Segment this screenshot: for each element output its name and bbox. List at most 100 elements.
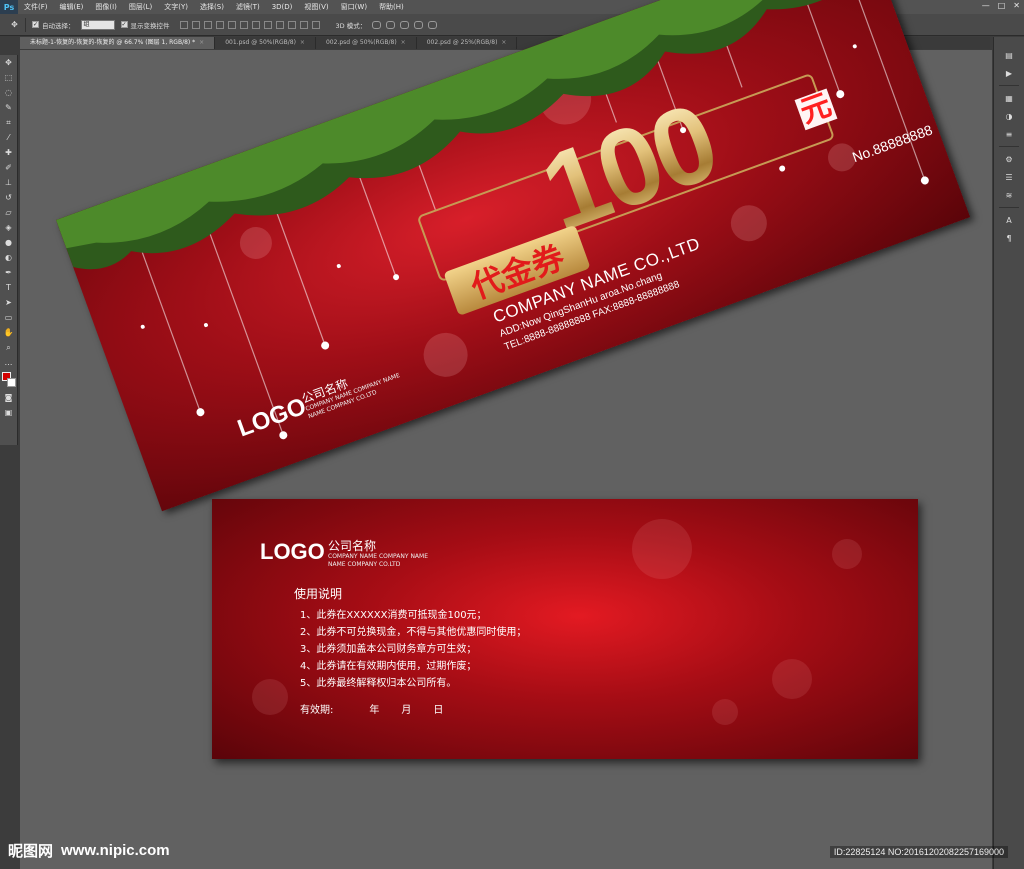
tab-label: 002.psd @ 25%(RGB/8): [426, 39, 498, 46]
menu-window[interactable]: 窗口(W): [335, 2, 373, 12]
distribute-top-icon[interactable]: [251, 20, 260, 29]
background-color[interactable]: [6, 378, 16, 387]
paint-bucket-tool-icon[interactable]: ◈: [3, 222, 15, 233]
back-logo: LOGO: [260, 539, 325, 564]
lasso-tool-icon[interactable]: ◌: [3, 87, 15, 98]
quick-select-tool-icon[interactable]: ✎: [3, 102, 15, 113]
show-transform-checkbox[interactable]: ✓ 显示变换控件: [120, 20, 170, 30]
tab-document-3[interactable]: 002.psd @ 50%(RGB/8) ×: [316, 37, 417, 49]
rule-item: 5、此券最终解释权归本公司所有。: [300, 678, 457, 689]
brush-tool-icon[interactable]: ✐: [3, 162, 15, 173]
tab-label: 002.psd @ 50%(RGB/8): [325, 39, 397, 46]
close-tab-icon[interactable]: ×: [401, 37, 406, 49]
rule-item: 1、此券在XXXXXX消费可抵现金100元；: [300, 610, 487, 621]
menu-3d[interactable]: 3D(D): [266, 3, 299, 11]
history-panel-icon[interactable]: ▤: [1002, 49, 1016, 61]
menu-view[interactable]: 视图(V): [298, 2, 334, 12]
eyedropper-tool-icon[interactable]: ⁄: [3, 132, 15, 143]
back-company-cn: 公司名称: [328, 539, 377, 553]
menu-image[interactable]: 图像(I): [89, 2, 123, 12]
tab-document-1[interactable]: 未标题-1-恢复的-恢复的-恢复的 @ 66.7% (图层 1, RGB/8) …: [20, 37, 216, 49]
brush-panel-icon[interactable]: ☰: [1002, 171, 1016, 183]
menu-type[interactable]: 文字(Y): [158, 2, 194, 12]
close-tab-icon[interactable]: ×: [199, 37, 204, 49]
quick-mask-icon[interactable]: ◙: [3, 392, 15, 403]
3d-slide-icon[interactable]: [414, 20, 424, 29]
distribute-right-icon[interactable]: [311, 20, 320, 29]
eraser-tool-icon[interactable]: ▱: [3, 207, 15, 218]
align-vcenter-icon[interactable]: [191, 20, 200, 29]
maximize-button[interactable]: □: [998, 1, 1006, 10]
panel-dock: ▤ ▶ ▦ ◑ ≡ ⚙ ☰ ≋ A ¶: [993, 37, 1024, 869]
zoom-tool-icon[interactable]: ⌕: [3, 342, 15, 353]
nipic-watermark: 昵图网 www.nipic.com: [8, 840, 170, 861]
layers-panel-icon[interactable]: ▦: [1002, 92, 1016, 104]
tab-document-4[interactable]: 002.psd @ 25%(RGB/8) ×: [417, 37, 518, 49]
close-button[interactable]: ✕: [1013, 1, 1020, 10]
distribute-bottom-icon[interactable]: [275, 20, 284, 29]
minimize-button[interactable]: —: [982, 1, 990, 10]
align-left-icon[interactable]: [215, 20, 224, 29]
align-right-icon[interactable]: [239, 20, 248, 29]
panel-separator: [999, 85, 1019, 86]
rule-item: 3、此券须加盖本公司财务章方可生效；: [300, 644, 477, 655]
distribute-hcenter-icon[interactable]: [299, 20, 308, 29]
paragraph-panel-icon[interactable]: ¶: [1002, 232, 1016, 244]
menu-filter[interactable]: 滤镜(T): [230, 2, 266, 12]
move-tool-icon[interactable]: ✥: [3, 57, 15, 68]
menu-select[interactable]: 选择(S): [194, 2, 230, 12]
tools-panel: ✥ ⬚ ◌ ✎ ⌗ ⁄ ✚ ✐ ⊥ ↺ ▱ ◈ ● ◐ ✒ T ➤ ▭ ✋ ⌕ …: [0, 55, 18, 445]
clone-stamp-tool-icon[interactable]: ⊥: [3, 177, 15, 188]
checkbox-checked-icon: ✓: [120, 21, 128, 28]
usage-rules-list: 1、此券在XXXXXX消费可抵现金100元； 2、此券不可兑换现金，不得与其他优…: [300, 607, 526, 692]
pen-tool-icon[interactable]: ✒: [3, 267, 15, 278]
character-panel-icon[interactable]: A: [1002, 214, 1016, 226]
voucher-back-artwork[interactable]: LOGO 公司名称 COMPANY NAME COMPANY NAME NAME…: [212, 499, 918, 759]
auto-select-dropdown[interactable]: 组: [80, 19, 115, 30]
hand-tool-icon[interactable]: ✋: [3, 327, 15, 338]
3d-rotate-icon[interactable]: [372, 20, 382, 29]
show-transform-label: 显示变换控件: [130, 21, 170, 30]
close-tab-icon[interactable]: ×: [501, 37, 506, 49]
dodge-tool-icon[interactable]: ◐: [3, 252, 15, 263]
tab-document-2[interactable]: 001.psd @ 50%(RGB/8) ×: [215, 37, 316, 49]
align-top-icon[interactable]: [179, 20, 188, 29]
3d-scale-icon[interactable]: [428, 20, 438, 29]
path-select-tool-icon[interactable]: ➤: [3, 297, 15, 308]
healing-brush-tool-icon[interactable]: ✚: [3, 147, 15, 158]
channels-panel-icon[interactable]: ≡: [1002, 128, 1016, 140]
crop-tool-icon[interactable]: ⌗: [3, 117, 15, 128]
auto-select-label: 自动选择：: [42, 21, 75, 30]
panel-separator: [999, 146, 1019, 147]
align-bottom-icon[interactable]: [203, 20, 212, 29]
more-tools-icon[interactable]: …: [3, 357, 15, 368]
3d-pan-icon[interactable]: [400, 20, 410, 29]
menu-edit[interactable]: 编辑(E): [54, 2, 90, 12]
menu-file[interactable]: 文件(F): [18, 2, 54, 12]
type-tool-icon[interactable]: T: [3, 282, 15, 293]
screen-mode-icon[interactable]: ▣: [3, 407, 15, 418]
color-swatches[interactable]: [1, 372, 16, 388]
menu-layer[interactable]: 图层(L): [123, 2, 158, 12]
align-hcenter-icon[interactable]: [227, 20, 236, 29]
auto-select-checkbox[interactable]: ✓ 自动选择：: [32, 20, 75, 30]
paths-panel-icon[interactable]: ≋: [1002, 189, 1016, 201]
bokeh-decoration: [772, 659, 812, 699]
actions-panel-icon[interactable]: ▶: [1002, 67, 1016, 79]
properties-panel-icon[interactable]: ⚙: [1002, 153, 1016, 165]
distribute-vcenter-icon[interactable]: [263, 20, 272, 29]
distribute-left-icon[interactable]: [287, 20, 296, 29]
validity-label: 有效期:: [300, 705, 334, 716]
blur-tool-icon[interactable]: ●: [3, 237, 15, 248]
marquee-tool-icon[interactable]: ⬚: [3, 72, 15, 83]
adjustments-panel-icon[interactable]: ◑: [1002, 110, 1016, 122]
rule-item: 4、此券请在有效期内使用，过期作废；: [300, 661, 477, 672]
close-tab-icon[interactable]: ×: [300, 37, 305, 49]
rectangle-tool-icon[interactable]: ▭: [3, 312, 15, 323]
validity-day: 日: [433, 705, 444, 716]
3d-roll-icon[interactable]: [386, 20, 396, 29]
move-tool-preset-icon[interactable]: ✥: [4, 17, 26, 32]
menu-help[interactable]: 帮助(H): [373, 2, 410, 12]
history-brush-tool-icon[interactable]: ↺: [3, 192, 15, 203]
align-buttons: [179, 20, 320, 29]
